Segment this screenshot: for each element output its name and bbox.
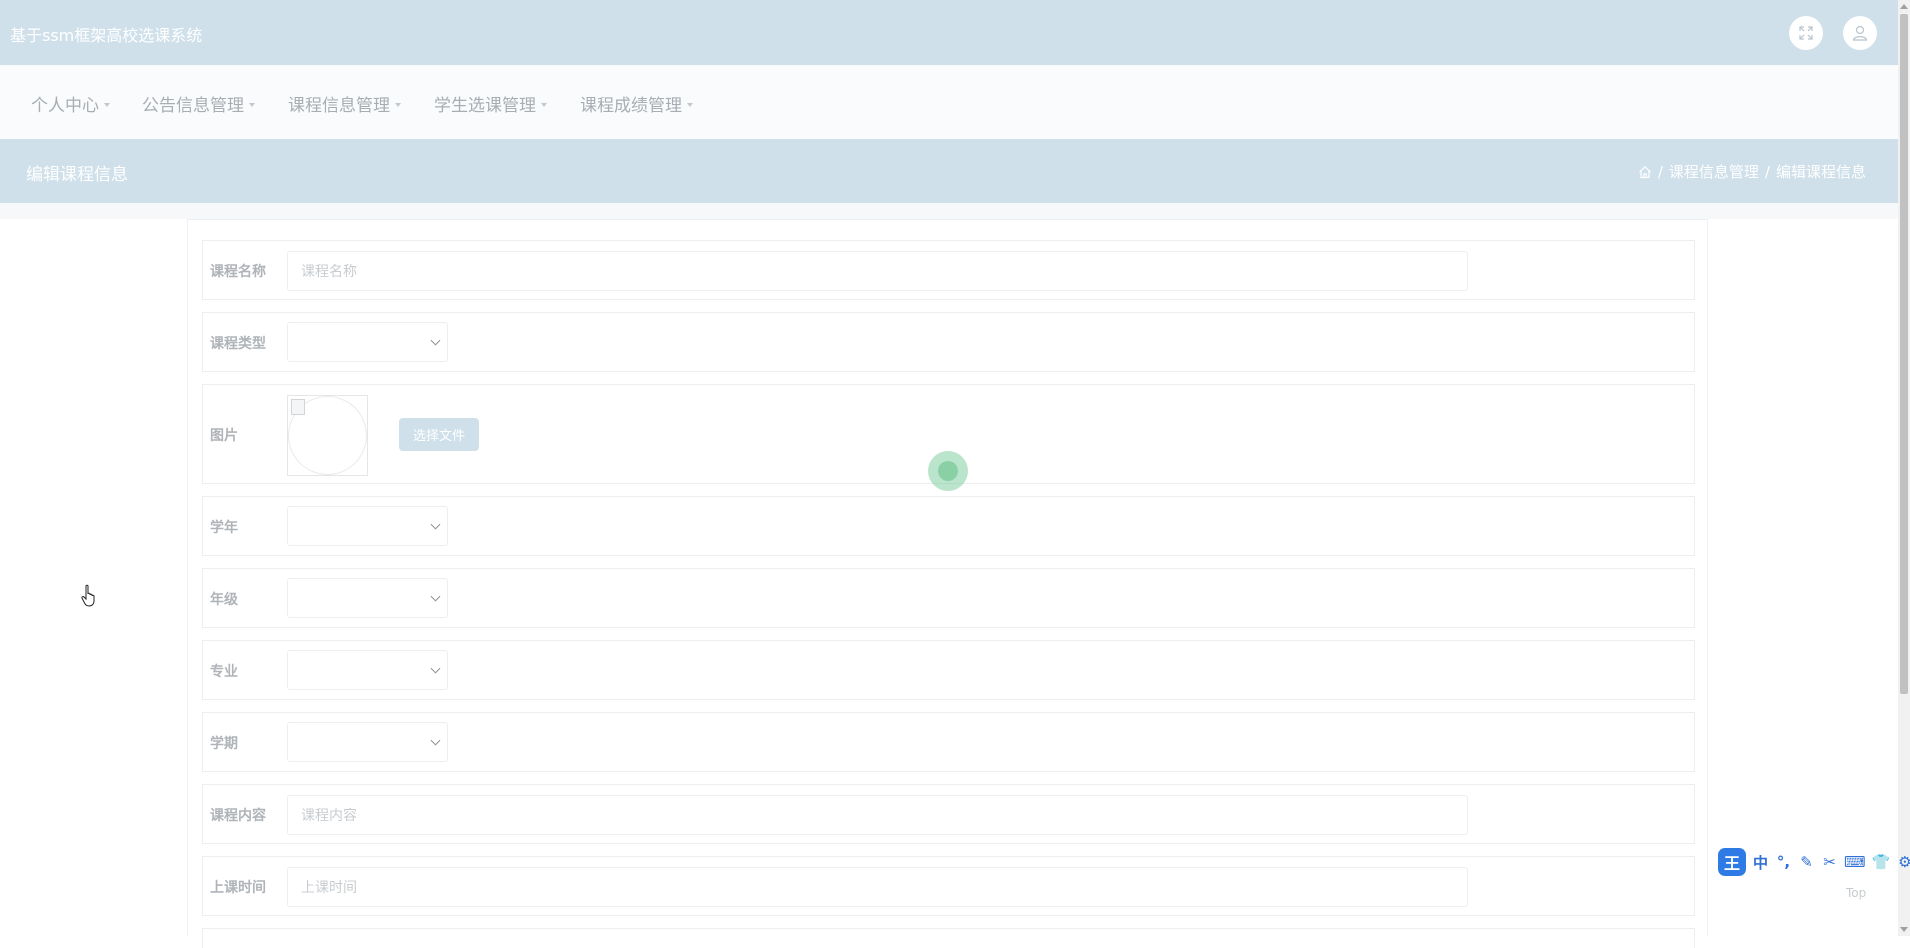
back-to-top-button[interactable]: Top [1846, 886, 1866, 900]
image-preview [287, 395, 368, 476]
menu-item-course-management[interactable]: 课程信息管理 [288, 91, 401, 116]
hand-cursor-icon [81, 584, 95, 607]
caret-down-icon [541, 103, 547, 107]
menu-item-notice-management[interactable]: 公告信息管理 [142, 91, 255, 116]
form-row-class-time: 上课时间 上课时间 [202, 856, 1695, 916]
menu-item-label: 个人中心 [31, 96, 99, 116]
ime-logo-icon[interactable]: 王 [1718, 848, 1746, 876]
menu-item-label: 学生选课管理 [434, 96, 536, 116]
broken-image-icon [291, 399, 305, 415]
course-name-label: 课程名称 [210, 264, 266, 280]
app-title: 基于ssm框架高校选课系统 [10, 26, 203, 45]
user-icon [1852, 25, 1868, 41]
form-row-next [202, 928, 1695, 948]
school-year-label: 学年 [210, 520, 238, 536]
fullscreen-button[interactable] [1789, 16, 1823, 50]
fullscreen-icon [1799, 26, 1813, 40]
menu-item-course-selection[interactable]: 学生选课管理 [434, 91, 547, 116]
main-menu: 个人中心 公告信息管理 课程信息管理 学生选课管理 课程成绩管理 [0, 65, 1898, 139]
course-type-label: 课程类型 [210, 336, 266, 352]
menu-item-label: 公告信息管理 [142, 96, 244, 116]
ime-handwriting-icon[interactable]: ✎ [1798, 852, 1815, 872]
scroll-up-icon[interactable] [1900, 4, 1908, 9]
ime-toolbar: 王 中 °, ✎ ✂ ⌨ 👕 ⚙ [1718, 848, 1910, 876]
chevron-down-icon [430, 519, 441, 530]
major-select[interactable] [287, 650, 448, 690]
breadcrumb-separator: / [1764, 162, 1770, 181]
caret-down-icon [249, 103, 255, 107]
image-label: 图片 [210, 428, 238, 444]
top-header: 基于ssm框架高校选课系统 [0, 0, 1898, 65]
course-type-select[interactable] [287, 322, 448, 362]
edit-course-form: 课程名称 课程名称 课程类型 图片 选择文件 学年 年级 专业 学期 课程内容 … [187, 219, 1708, 948]
ime-skin-icon[interactable]: 👕 [1872, 852, 1891, 872]
course-content-label: 课程内容 [210, 808, 266, 824]
page-title-bar: 编辑课程信息 / 课程信息管理 / 编辑课程信息 [0, 139, 1898, 203]
form-row-school-year: 学年 [202, 496, 1695, 556]
breadcrumb: / 课程信息管理 / 编辑课程信息 [1638, 161, 1866, 182]
semester-label: 学期 [210, 736, 238, 752]
chevron-down-icon [430, 663, 441, 674]
form-row-course-content: 课程内容 课程内容 [202, 784, 1695, 844]
major-label: 专业 [210, 664, 238, 680]
user-menu-button[interactable] [1843, 16, 1877, 50]
breadcrumb-separator: / [1657, 162, 1663, 181]
ime-settings-icon[interactable]: ⚙ [1896, 852, 1910, 872]
form-row-grade: 年级 [202, 568, 1695, 628]
grade-select[interactable] [287, 578, 448, 618]
class-time-input[interactable]: 上课时间 [287, 867, 1468, 907]
menu-item-label: 课程成绩管理 [580, 96, 682, 116]
school-year-select[interactable] [287, 506, 448, 546]
breadcrumb-item-current: 编辑课程信息 [1775, 163, 1866, 181]
loading-spinner-core [938, 461, 958, 481]
scroll-down-icon[interactable] [1900, 927, 1908, 932]
menu-item-grade-management[interactable]: 课程成绩管理 [580, 91, 693, 116]
semester-select[interactable] [287, 722, 448, 762]
breadcrumb-item-course-management[interactable]: 课程信息管理 [1669, 161, 1759, 182]
course-name-input[interactable]: 课程名称 [287, 251, 1468, 291]
scrollbar-thumb[interactable] [1900, 14, 1908, 694]
ime-chinese-mode[interactable]: 中 [1752, 852, 1769, 872]
chevron-down-icon [430, 591, 441, 602]
form-row-course-type: 课程类型 [202, 312, 1695, 372]
home-icon[interactable] [1638, 165, 1652, 179]
grade-label: 年级 [210, 592, 238, 608]
menu-item-label: 课程信息管理 [288, 96, 390, 116]
divider [0, 203, 1898, 219]
page-title: 编辑课程信息 [26, 165, 128, 185]
chevron-down-icon [430, 735, 441, 746]
form-row-major: 专业 [202, 640, 1695, 700]
form-row-semester: 学期 [202, 712, 1695, 772]
form-row-course-name: 课程名称 课程名称 [202, 240, 1695, 300]
menu-item-personal-center[interactable]: 个人中心 [31, 91, 110, 116]
loading-spinner [928, 451, 968, 491]
caret-down-icon [104, 103, 110, 107]
ime-screenshot-icon[interactable]: ✂ [1821, 852, 1838, 872]
class-time-label: 上课时间 [210, 880, 266, 896]
course-content-input[interactable]: 课程内容 [287, 795, 1468, 835]
choose-file-button[interactable]: 选择文件 [399, 418, 479, 451]
vertical-scrollbar[interactable] [1898, 0, 1910, 936]
caret-down-icon [395, 103, 401, 107]
ime-keyboard-icon[interactable]: ⌨ [1844, 852, 1866, 872]
ime-punctuation-icon[interactable]: °, [1775, 852, 1792, 872]
caret-down-icon [687, 103, 693, 107]
chevron-down-icon [430, 335, 441, 346]
